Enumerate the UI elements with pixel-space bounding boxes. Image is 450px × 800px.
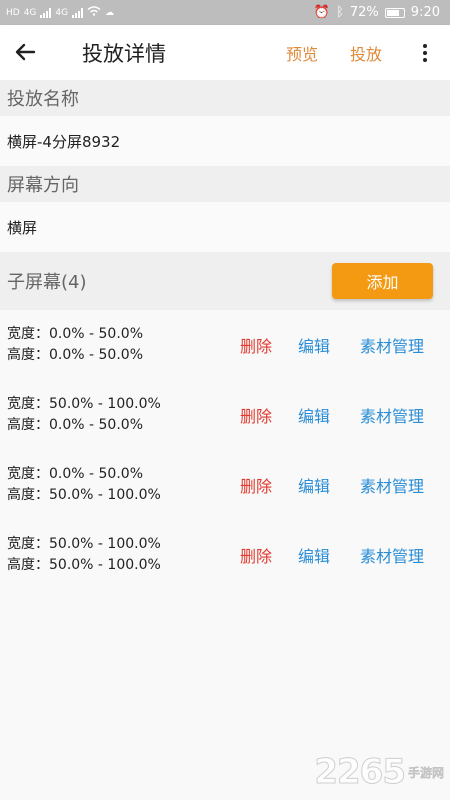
battery-icon <box>384 7 405 18</box>
sub-screens-header: 子屏幕(4) 添加 <box>0 252 450 310</box>
manage-materials-button[interactable]: 素材管理 <box>360 543 424 567</box>
status-left: HD 4G 4G ☁ <box>6 6 114 19</box>
edit-button[interactable]: 编辑 <box>298 473 360 497</box>
edit-button[interactable]: 编辑 <box>298 333 360 357</box>
delete-button[interactable]: 删除 <box>240 543 298 567</box>
wifi-icon <box>87 6 101 19</box>
orientation-header: 屏幕方向 <box>0 166 450 202</box>
cast-name-value: 横屏-4分屏8932 <box>0 116 450 166</box>
height-range: 高度：0.0% - 50.0% <box>7 347 143 363</box>
status-bar: HD 4G 4G ☁ ⏰ ᛒ 72% 9:20 <box>0 0 450 25</box>
clock: 9:20 <box>410 5 440 20</box>
page-title: 投放详情 <box>82 41 166 66</box>
bluetooth-icon: ᛒ <box>336 5 344 20</box>
sub-screen-dims: 宽度：0.0% - 50.0% 高度：0.0% - 50.0% <box>0 324 232 366</box>
manage-materials-button[interactable]: 素材管理 <box>360 403 424 427</box>
width-range: 宽度：0.0% - 50.0% <box>7 466 143 482</box>
network-type-2: 4G <box>55 7 69 18</box>
width-range: 宽度：50.0% - 100.0% <box>7 536 161 552</box>
width-range: 宽度：50.0% - 100.0% <box>7 396 161 412</box>
more-options-button[interactable] <box>410 43 440 62</box>
add-sub-screen-button[interactable]: 添加 <box>332 263 433 299</box>
delete-button[interactable]: 删除 <box>240 473 298 497</box>
edit-button[interactable]: 编辑 <box>298 543 360 567</box>
delete-button[interactable]: 删除 <box>240 333 298 357</box>
manage-materials-button[interactable]: 素材管理 <box>360 473 424 497</box>
back-button[interactable] <box>14 40 54 66</box>
sub-screen-row: 宽度：0.0% - 50.0% 高度：0.0% - 50.0% 删除 编辑 素材… <box>0 310 450 380</box>
cloud-icon: ☁ <box>105 7 115 18</box>
cast-name-header: 投放名称 <box>0 80 450 116</box>
sub-screen-dims: 宽度：50.0% - 100.0% 高度：50.0% - 100.0% <box>0 534 232 576</box>
sub-screen-row: 宽度：50.0% - 100.0% 高度：50.0% - 100.0% 删除 编… <box>0 520 450 590</box>
hd-icon: HD <box>6 7 20 18</box>
sub-screen-row: 宽度：50.0% - 100.0% 高度：0.0% - 50.0% 删除 编辑 … <box>0 380 450 450</box>
height-range: 高度：50.0% - 100.0% <box>7 487 161 503</box>
sub-screen-dims: 宽度：50.0% - 100.0% 高度：0.0% - 50.0% <box>0 394 232 436</box>
more-vertical-icon <box>423 43 427 48</box>
orientation-value: 横屏 <box>0 202 450 252</box>
signal-icon-2 <box>72 7 84 18</box>
network-type-1: 4G <box>23 7 37 18</box>
delete-button[interactable]: 删除 <box>240 403 298 427</box>
manage-materials-button[interactable]: 素材管理 <box>360 333 424 357</box>
height-range: 高度：50.0% - 100.0% <box>7 557 161 573</box>
battery-percent: 72% <box>349 5 379 20</box>
alarm-icon: ⏰ <box>313 5 331 20</box>
site-watermark: 2265 手游网 <box>314 752 444 793</box>
watermark-text: 手游网 <box>407 765 444 780</box>
sub-screens-title: 子屏幕(4) <box>7 272 87 293</box>
watermark-number: 2265 <box>314 752 407 793</box>
signal-icon <box>40 7 52 18</box>
app-bar: 投放详情 预览 投放 <box>0 25 450 80</box>
sub-screen-dims: 宽度：0.0% - 50.0% 高度：50.0% - 100.0% <box>0 464 232 506</box>
preview-button[interactable]: 预览 <box>286 41 318 65</box>
width-range: 宽度：0.0% - 50.0% <box>7 326 143 342</box>
sub-screen-row: 宽度：0.0% - 50.0% 高度：50.0% - 100.0% 删除 编辑 … <box>0 450 450 520</box>
edit-button[interactable]: 编辑 <box>298 403 360 427</box>
arrow-left-icon <box>15 43 36 60</box>
status-right: ⏰ ᛒ 72% 9:20 <box>314 5 440 20</box>
height-range: 高度：0.0% - 50.0% <box>7 417 143 433</box>
cast-button[interactable]: 投放 <box>350 41 382 65</box>
